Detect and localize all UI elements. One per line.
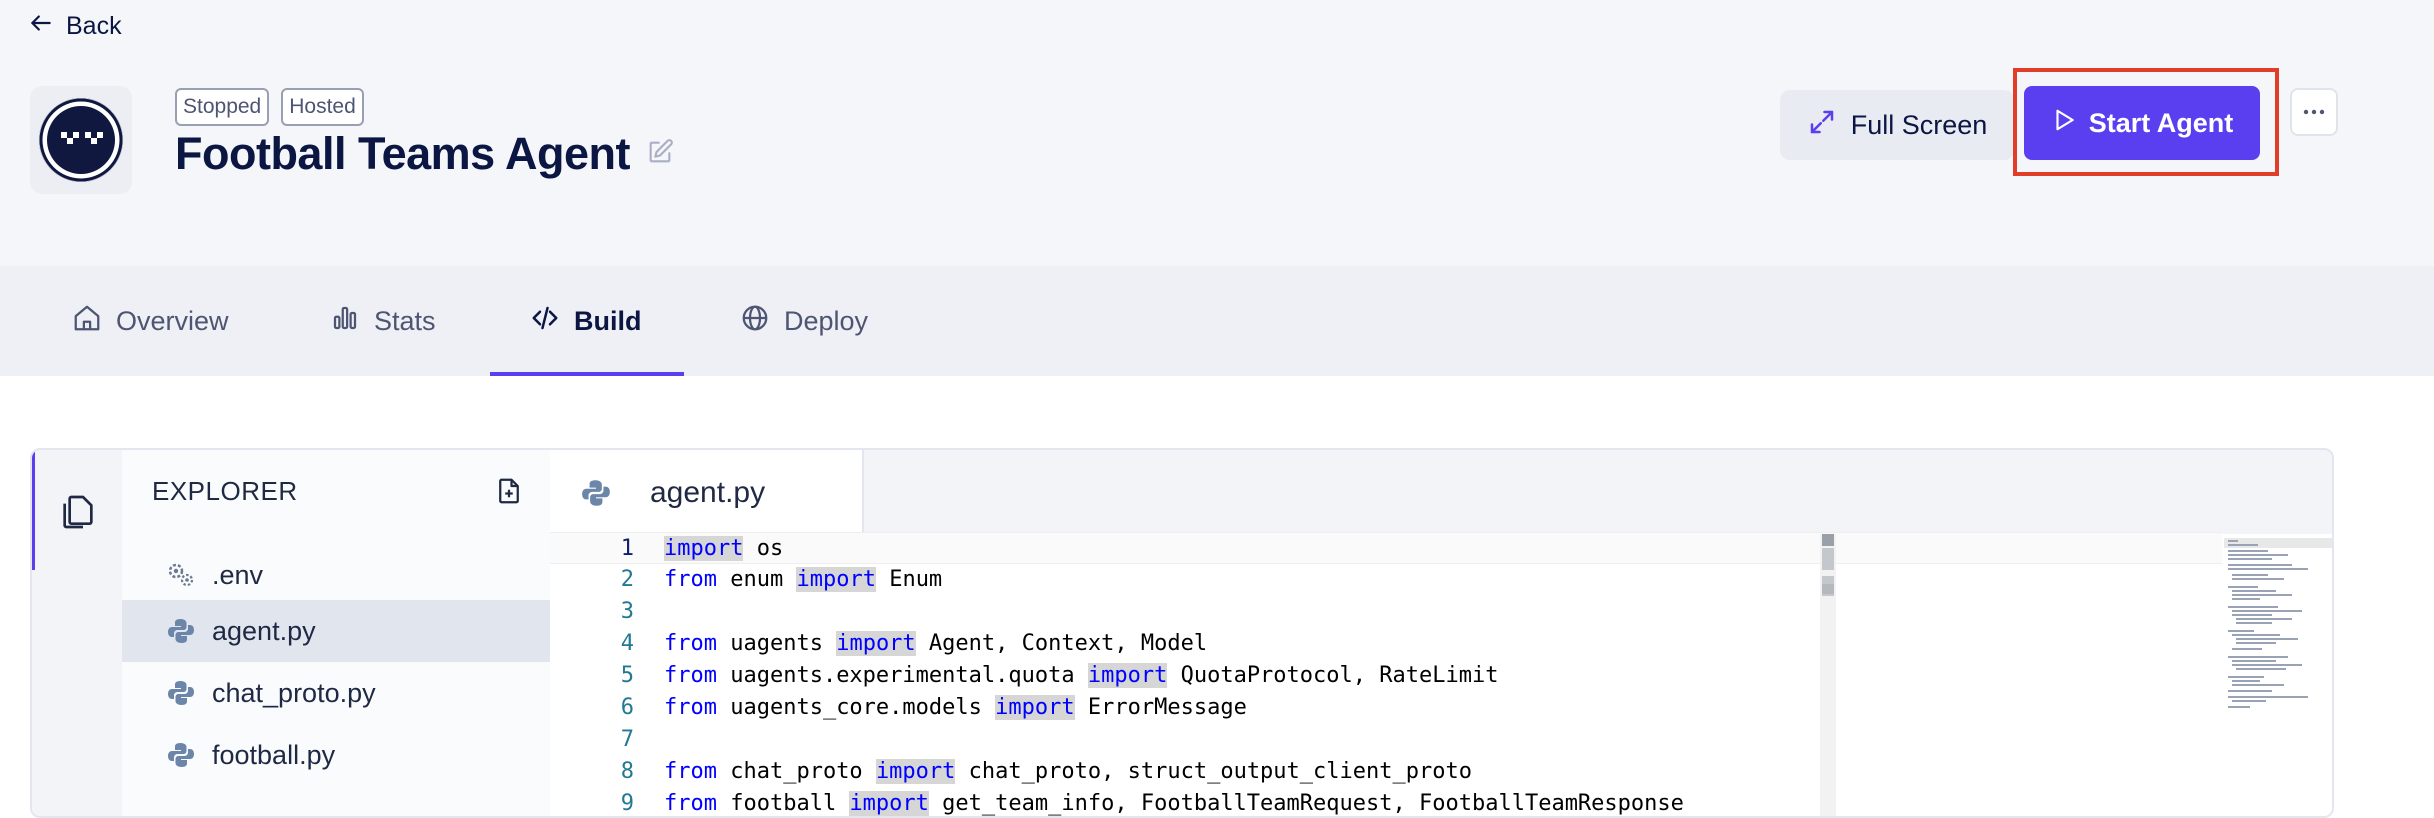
file-explorer: EXPLORER .env agent.py chat_proto.py foo… xyxy=(122,450,552,816)
line-number: 7 xyxy=(620,727,634,752)
file-item-football-py[interactable]: football.py xyxy=(122,724,550,786)
more-options-button[interactable] xyxy=(2290,88,2338,136)
file-name: .env xyxy=(212,559,264,590)
start-agent-button[interactable]: Start Agent xyxy=(2024,86,2260,160)
code-text: from uagents_core.models import ErrorMes… xyxy=(664,695,1247,720)
python-icon xyxy=(168,619,194,643)
file-name: chat_proto.py xyxy=(212,677,376,708)
code-line[interactable]: 2 from enum import Enum xyxy=(550,564,2222,596)
active-tab-indicator xyxy=(490,372,684,376)
editor-tab-agent-py[interactable]: agent.py xyxy=(550,450,864,536)
globe-icon xyxy=(740,303,770,340)
bar-chart-icon xyxy=(330,303,360,340)
code-text: from uagents import Agent, Context, Mode… xyxy=(664,631,1208,656)
status-badge-hosted: Hosted xyxy=(281,88,364,126)
code-line[interactable]: 4 from uagents import Agent, Context, Mod… xyxy=(550,628,2222,660)
file-item-chat-proto-py[interactable]: chat_proto.py xyxy=(122,662,550,724)
files-icon[interactable] xyxy=(58,492,98,532)
arrow-left-icon xyxy=(28,10,54,43)
back-link[interactable]: Back xyxy=(28,10,122,43)
code-line[interactable]: 5 from uagents.experimental.quota import … xyxy=(550,660,2222,692)
file-name: football.py xyxy=(212,739,336,770)
line-number: 5 xyxy=(620,663,634,688)
code-text: from chat_proto import chat_proto, struc… xyxy=(664,759,1472,784)
status-badges: Stopped Hosted xyxy=(175,88,364,126)
status-badge-stopped: Stopped xyxy=(175,88,270,126)
fullscreen-button[interactable]: Full Screen xyxy=(1780,90,2014,160)
python-icon xyxy=(168,743,194,767)
code-line[interactable]: 7 xyxy=(550,724,2222,756)
home-icon xyxy=(72,303,102,340)
line-number: 6 xyxy=(620,695,634,720)
fullscreen-label: Full Screen xyxy=(1850,109,1988,140)
line-number: 2 xyxy=(620,567,634,592)
code-text: from uagents.experimental.quota import Q… xyxy=(664,663,1499,688)
code-line[interactable]: 1 import os xyxy=(550,532,2222,564)
python-icon xyxy=(582,480,610,506)
code-line[interactable]: 3 xyxy=(550,596,2222,628)
line-number: 1 xyxy=(620,536,634,561)
expand-icon xyxy=(1807,107,1837,144)
editor-scrollbar[interactable] xyxy=(1820,534,1836,816)
file-item-agent-py[interactable]: agent.py xyxy=(122,600,550,662)
tab-stats[interactable]: Stats xyxy=(330,266,436,376)
code-text: from enum import Enum xyxy=(664,567,943,592)
scrollbar-markers xyxy=(1822,534,1834,596)
tab-stats-label: Stats xyxy=(374,305,436,336)
explorer-title: EXPLORER xyxy=(152,476,298,506)
tab-build-label: Build xyxy=(574,305,642,336)
code-icon xyxy=(530,303,560,340)
tab-deploy-label: Deploy xyxy=(784,305,869,336)
play-icon xyxy=(2051,107,2077,140)
editor-tab-label: agent.py xyxy=(650,476,766,509)
tab-overview-label: Overview xyxy=(116,305,229,336)
code-text: from football import get_team_info, Foot… xyxy=(664,791,1684,816)
agent-avatar xyxy=(30,86,132,194)
line-number: 9 xyxy=(620,791,634,816)
line-number: 4 xyxy=(620,631,634,656)
tab-overview[interactable]: Overview xyxy=(72,266,229,376)
back-label: Back xyxy=(66,12,122,40)
python-icon xyxy=(168,681,194,705)
code-area[interactable]: 1 import os 2 from enum import Enum 3 4 from u… xyxy=(550,532,2334,818)
code-editor: EXPLORER .env agent.py chat_proto.py foo… xyxy=(30,448,2334,818)
code-line[interactable]: 6 from uagents_core.models import ErrorMe… xyxy=(550,692,2222,724)
tab-deploy[interactable]: Deploy xyxy=(740,266,868,376)
gears-icon xyxy=(168,563,194,587)
line-number: 3 xyxy=(620,599,634,624)
title-row: Football Teams Agent xyxy=(175,128,674,180)
activity-active-indicator xyxy=(32,450,35,570)
robot-icon xyxy=(39,98,123,182)
file-item-env[interactable]: .env xyxy=(122,544,550,606)
edit-icon[interactable] xyxy=(646,138,674,171)
more-horizontal-icon xyxy=(2303,109,2325,115)
page-title: Football Teams Agent xyxy=(175,128,631,179)
code-line[interactable]: 8 from chat_proto import chat_proto, stru… xyxy=(550,756,2222,788)
tab-build[interactable]: Build xyxy=(530,266,642,376)
line-number: 8 xyxy=(620,759,634,784)
code-line[interactable]: 9 from football import get_team_info, Foo… xyxy=(550,788,2222,816)
new-file-icon[interactable] xyxy=(494,476,524,506)
file-name: agent.py xyxy=(212,615,316,646)
minimap[interactable] xyxy=(2224,534,2334,818)
code-text: import os xyxy=(664,536,784,561)
activity-bar xyxy=(32,450,124,816)
start-agent-label: Start Agent xyxy=(2088,107,2234,138)
